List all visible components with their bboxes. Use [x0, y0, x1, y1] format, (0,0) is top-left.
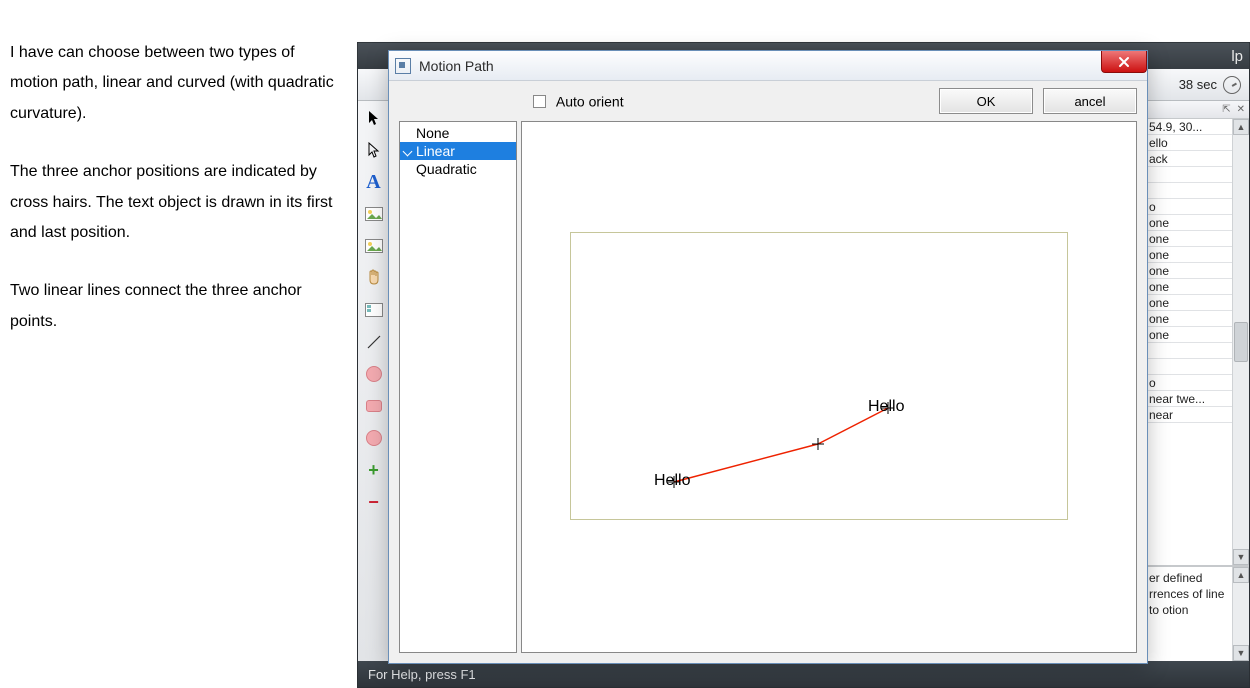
auto-orient-label: Auto orient: [556, 94, 624, 110]
hand-tool-icon[interactable]: [363, 267, 385, 289]
path-type-quadratic[interactable]: Quadratic: [400, 160, 516, 178]
cancel-button[interactable]: ancel: [1043, 88, 1137, 114]
scroll-down-icon[interactable]: ▼: [1233, 549, 1249, 565]
checkbox-icon: [533, 95, 546, 108]
status-bar: For Help, press F1: [358, 661, 1249, 687]
image-tool-icon[interactable]: [363, 203, 385, 225]
motion-path-line: [522, 122, 1136, 652]
properties-notes: er defined rrences of line to otion ▲ ▼: [1146, 565, 1249, 661]
pin-icon[interactable]: ⇱: [1222, 104, 1230, 115]
misc-tool-icon[interactable]: [363, 299, 385, 321]
dialog-app-icon: [395, 58, 411, 74]
desc-p3: Two linear lines connect the three ancho…: [10, 276, 340, 337]
toolbar-time-readout: 38 sec: [1179, 77, 1217, 92]
add-tool-icon[interactable]: +: [363, 459, 385, 481]
close-icon: [1117, 55, 1131, 69]
panel-close-icon[interactable]: ✕: [1237, 104, 1245, 115]
close-button[interactable]: [1101, 51, 1147, 73]
motion-path-dialog: Motion Path Auto orient OK ancel NoneLin…: [388, 50, 1148, 664]
anchor-crosshair-2[interactable]: [812, 438, 824, 450]
text-tool-icon[interactable]: A: [363, 171, 385, 193]
dialog-title: Motion Path: [419, 58, 494, 74]
anchor-crosshair-3[interactable]: [882, 402, 894, 414]
auto-orient-checkbox[interactable]: Auto orient: [533, 92, 624, 109]
scroll-down-icon[interactable]: ▼: [1233, 645, 1249, 661]
panel-header-controls: ⇱ ✕: [1146, 101, 1249, 119]
path-type-none[interactable]: None: [400, 124, 516, 142]
dialog-canvas[interactable]: Hello Hello: [521, 121, 1137, 653]
menu-help[interactable]: lp: [1231, 48, 1243, 65]
scroll-thumb[interactable]: [1234, 322, 1248, 362]
notes-text: er defined rrences of line to otion: [1149, 571, 1224, 617]
scrollbar-2[interactable]: ▲ ▼: [1232, 567, 1249, 661]
description-panel: I have can choose between two types of m…: [10, 38, 340, 365]
desc-p2: The three anchor positions are indicated…: [10, 157, 340, 248]
remove-tool-icon[interactable]: −: [363, 491, 385, 513]
scroll-up-icon[interactable]: ▲: [1233, 119, 1249, 135]
dialog-titlebar[interactable]: Motion Path: [389, 51, 1147, 81]
ellipse-tool2-icon[interactable]: [363, 427, 385, 449]
anchor-crosshair-1[interactable]: [668, 476, 680, 488]
ok-button[interactable]: OK: [939, 88, 1033, 114]
tool-palette: A + −: [358, 101, 390, 661]
line-tool-icon[interactable]: [363, 331, 385, 353]
desc-p1: I have can choose between two types of m…: [10, 38, 340, 129]
pointer-tool-icon[interactable]: [363, 107, 385, 129]
path-type-list[interactable]: NoneLinearQuadratic: [399, 121, 517, 653]
status-text: For Help, press F1: [368, 667, 476, 682]
path-type-linear[interactable]: Linear: [400, 142, 516, 160]
properties-list[interactable]: 54.9, 30...elloackooneoneoneoneoneoneone…: [1146, 119, 1249, 565]
dialog-toolbar: Auto orient OK ancel: [389, 81, 1147, 121]
image-tool2-icon[interactable]: [363, 235, 385, 257]
clock-icon[interactable]: [1223, 76, 1241, 94]
properties-panel: ⇱ ✕ 54.9, 30...elloackooneoneoneoneoneon…: [1145, 101, 1249, 661]
ellipse-tool-icon[interactable]: [363, 363, 385, 385]
scrollbar[interactable]: ▲ ▼: [1232, 119, 1249, 565]
rect-tool-icon[interactable]: [363, 395, 385, 417]
direct-select-tool-icon[interactable]: [363, 139, 385, 161]
scroll-up-icon[interactable]: ▲: [1233, 567, 1249, 583]
